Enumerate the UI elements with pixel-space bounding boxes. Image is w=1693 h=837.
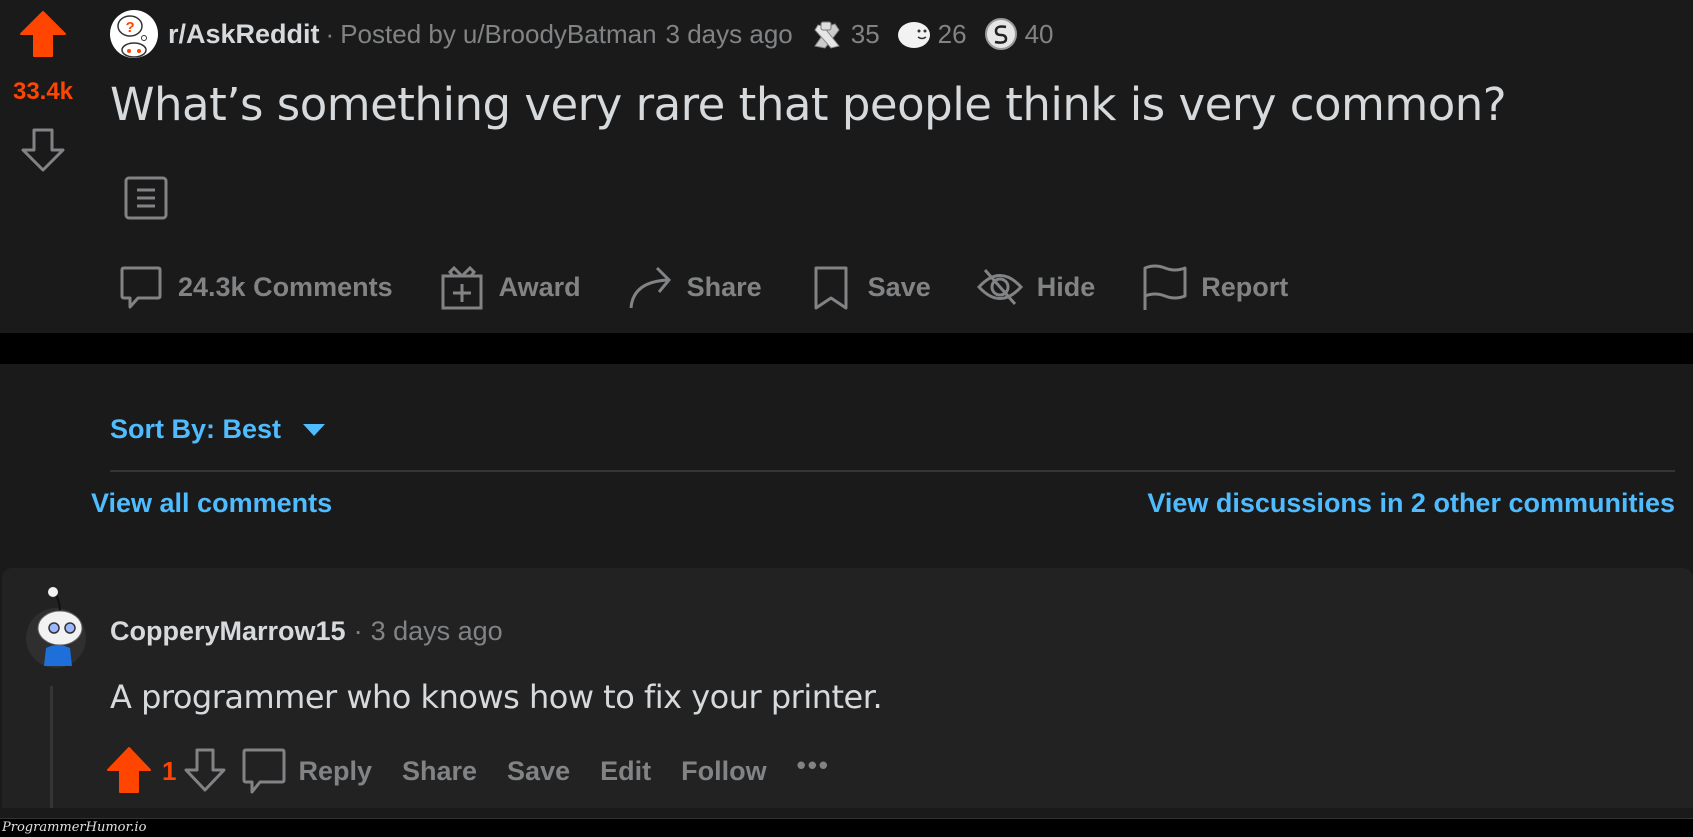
askreddit-snoo-icon: ? (117, 15, 147, 58)
caret-down-icon (303, 423, 326, 436)
comments-label: 24.3k Comments (178, 271, 393, 302)
comment-upvote-icon[interactable] (106, 746, 152, 796)
follow-button[interactable]: Follow (681, 756, 766, 787)
save-button[interactable]: Save (808, 264, 931, 310)
award-button[interactable]: Award (439, 264, 581, 310)
post-card: 33.4k ? r/AskReddit · Posted by u/Broody… (0, 0, 1693, 333)
save-label: Save (867, 271, 931, 302)
subreddit-avatar[interactable]: ? (110, 10, 158, 58)
share-arrow-icon (629, 266, 671, 309)
downvote-arrow-icon[interactable] (18, 126, 68, 176)
award-count: 26 (937, 18, 967, 49)
comment-meta: CopperyMarrow15 · 3 days ago (110, 616, 503, 647)
report-label: Report (1201, 271, 1289, 302)
hide-label: Hide (1036, 271, 1096, 302)
handshake-award-icon (813, 21, 840, 49)
comment-author[interactable]: CopperyMarrow15 (110, 616, 346, 647)
post-time[interactable]: 3 days ago (666, 19, 793, 50)
meta-separator: · (353, 616, 363, 646)
share-button[interactable]: Share (402, 756, 477, 787)
sort-dropdown[interactable]: Sort By: Best (110, 414, 326, 445)
reply-button[interactable]: Reply (298, 756, 372, 787)
post-meta: ? r/AskReddit · Posted by u/BroodyBatman… (110, 10, 1054, 58)
comment-card: CopperyMarrow15 · 3 days ago A programme… (2, 568, 1693, 808)
award-count: 35 (850, 18, 880, 49)
comment-bubble-icon[interactable] (240, 746, 288, 796)
upvote-arrow-icon[interactable] (18, 10, 68, 60)
post-vote-score: 33.4k (12, 78, 74, 105)
posted-by-label: Posted by (340, 18, 456, 49)
comments-section: Sort By: Best View all comments View dis… (0, 364, 1693, 837)
post-title[interactable]: What’s something very rare that people t… (110, 78, 1507, 131)
award-coin[interactable]: 40 (983, 16, 1054, 52)
watermark-bar: ProgrammerHumor.io (0, 818, 1693, 837)
hide-eye-icon (976, 269, 1023, 305)
hide-button[interactable]: Hide (976, 264, 1096, 310)
subreddit-link[interactable]: r/AskReddit (168, 19, 320, 50)
comment-score: 1 (162, 755, 177, 786)
author-link[interactable]: u/BroodyBatman (463, 19, 657, 50)
thread-line[interactable] (50, 686, 53, 808)
comment-downvote-icon[interactable] (182, 746, 228, 796)
seal-award-icon (897, 22, 930, 48)
award-label: Award (498, 271, 581, 302)
sort-divider (110, 470, 1675, 472)
view-discussions-link[interactable]: View discussions in 2 other communities (1147, 488, 1675, 519)
sort-label: Sort By: Best (110, 414, 282, 444)
comment-bubble-icon (120, 266, 162, 309)
flag-icon (1143, 264, 1187, 310)
award-seal[interactable]: 26 (896, 16, 967, 52)
bookmark-icon (814, 266, 848, 310)
user-avatar[interactable] (20, 582, 90, 668)
coin-award-icon (984, 18, 1017, 50)
more-options-icon[interactable]: ••• (797, 750, 830, 781)
text-post-icon (124, 176, 168, 220)
save-button[interactable]: Save (507, 756, 570, 787)
view-all-comments-link[interactable]: View all comments (91, 488, 332, 519)
award-count: 40 (1024, 18, 1054, 49)
comment-actions: 1 Reply Share Save Edit Follow ••• (106, 744, 830, 798)
svg-text:?: ? (126, 19, 135, 36)
share-label: Share (686, 271, 762, 302)
comment-body: A programmer who knows how to fix your p… (110, 678, 883, 716)
share-button[interactable]: Share (627, 264, 762, 310)
meta-separator: · (325, 18, 335, 49)
comment-time[interactable]: 3 days ago (371, 616, 503, 647)
edit-button[interactable]: Edit (600, 756, 651, 787)
comments-button[interactable]: 24.3k Comments (118, 264, 393, 310)
post-actions: 24.3k Comments Award Share Save Hide Rep… (118, 262, 1334, 312)
gift-icon (441, 265, 483, 310)
section-divider-bar (0, 333, 1693, 364)
report-button[interactable]: Report (1141, 264, 1288, 310)
award-handshake[interactable]: 35 (809, 16, 880, 52)
watermark-text: ProgrammerHumor.io (2, 820, 147, 835)
